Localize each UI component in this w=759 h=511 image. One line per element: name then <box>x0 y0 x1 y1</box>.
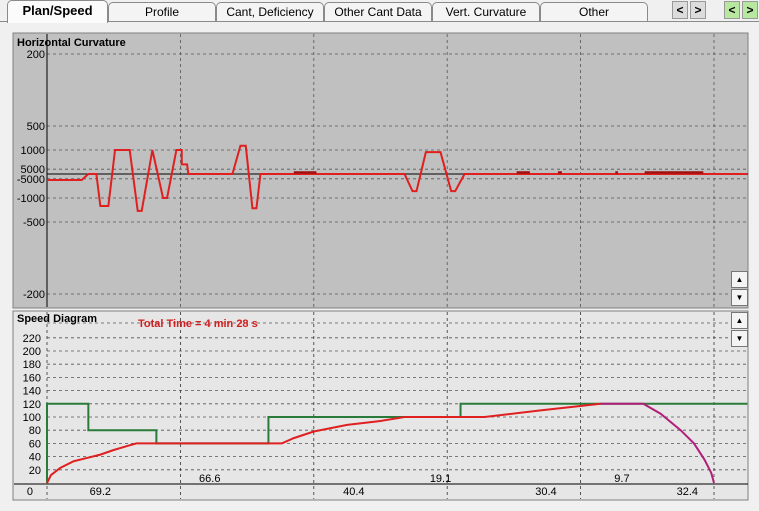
charts: 20050010005000-5000-1000-500-200Horizont… <box>12 32 749 501</box>
segment-time-label: 40.4 <box>343 486 364 498</box>
curvature-panel <box>12 32 749 309</box>
speed-ytick-label: 60 <box>29 438 41 450</box>
curvature-scroll-up-button[interactable]: ▲ <box>731 271 748 288</box>
speed-ytick-label: 220 <box>23 333 41 345</box>
segment-time-label: 9.7 <box>614 473 629 485</box>
total-time-label: Total Time = 4 min 28 s <box>138 318 258 330</box>
speed-ytick-label: 80 <box>29 425 41 437</box>
segment-time-label: 69.2 <box>90 486 111 498</box>
speed-ytick-label: 160 <box>23 372 41 384</box>
speed-ytick-label: 100 <box>23 412 41 424</box>
curvature-title: Horizontal Curvature <box>17 37 126 49</box>
speed-ytick-label: 0 <box>27 486 33 498</box>
curvature-ytick-label: -5000 <box>17 174 45 186</box>
curvature-ytick-label: 200 <box>27 49 45 61</box>
speed-ytick-label: 140 <box>23 386 41 398</box>
speed-ytick-label: 120 <box>23 399 41 411</box>
segment-time-label: 30.4 <box>535 486 556 498</box>
curvature-scroll-down-button[interactable]: ▼ <box>731 289 748 306</box>
speed-ytick-label: 20 <box>29 465 41 477</box>
curvature-ytick-label: 1000 <box>21 145 45 157</box>
curvature-ytick-label: -500 <box>23 217 45 229</box>
curvature-ytick-label: 500 <box>27 121 45 133</box>
tab-plan-speed[interactable]: Plan/Speed <box>7 0 108 23</box>
segment-time-label: 19.1 <box>430 473 451 485</box>
speed-scroll-up-button[interactable]: ▲ <box>731 312 748 329</box>
speed-ytick-label: 40 <box>29 452 41 464</box>
speed-ytick-label: 180 <box>23 359 41 371</box>
speed-panel <box>12 310 749 501</box>
segment-time-label: 32.4 <box>677 486 698 498</box>
speed-ytick-label: 200 <box>23 346 41 358</box>
speed-scroll-down-button[interactable]: ▼ <box>731 330 748 347</box>
speed-title: Speed Diagram <box>17 313 97 325</box>
curvature-ytick-label: -200 <box>23 289 45 301</box>
segment-time-label: 66.6 <box>199 473 220 485</box>
curvature-ytick-label: -1000 <box>17 193 45 205</box>
